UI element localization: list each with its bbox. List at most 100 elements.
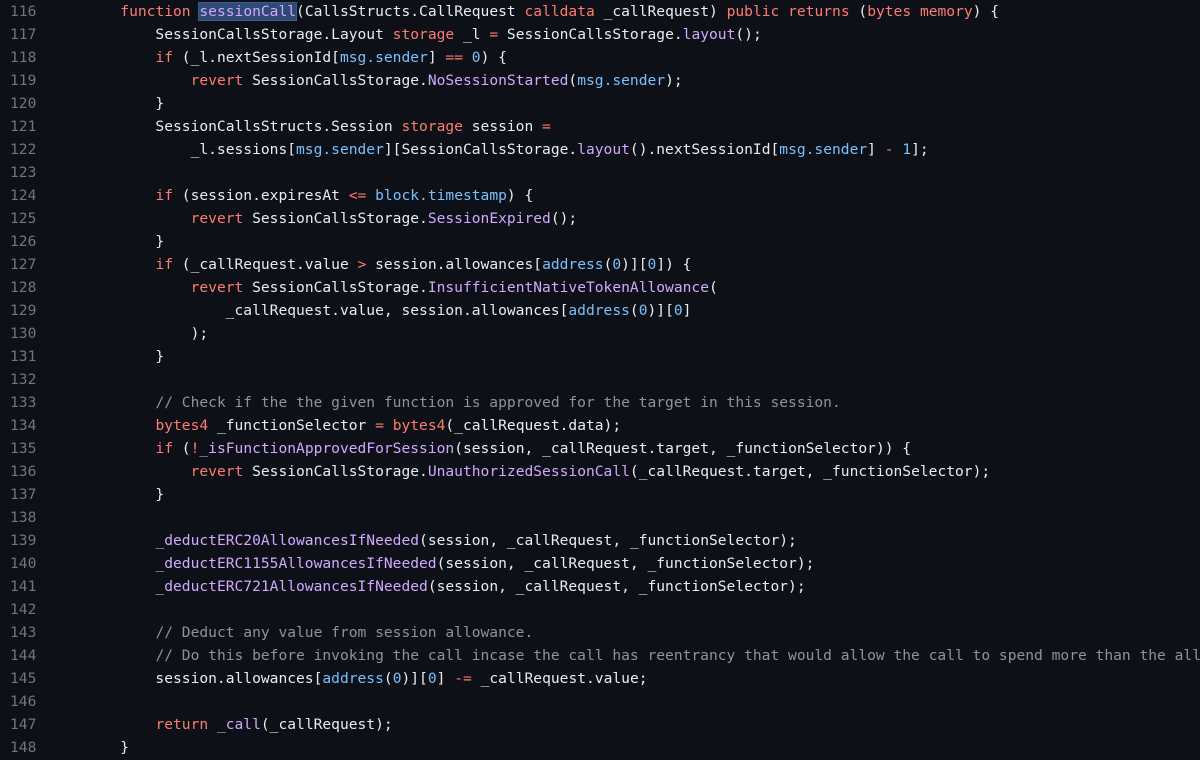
code-text[interactable]: SessionCallsStorage.Layout storage _l = … <box>50 23 1200 46</box>
code-text[interactable]: revert SessionCallsStorage.NoSessionStar… <box>50 69 1200 92</box>
code-line[interactable]: 120 } <box>0 92 1200 115</box>
code-line[interactable]: 145 session.allowances[address(0)][0] -=… <box>0 667 1200 690</box>
line-number: 139 <box>10 532 37 549</box>
code-line[interactable]: 130 ); <box>0 322 1200 345</box>
code-editor[interactable]: 116 function sessionCall(CallsStructs.Ca… <box>0 0 1200 760</box>
code-token: _deductERC721AllowancesIfNeeded <box>155 578 428 595</box>
code-token: SessionCallsStructs.Session <box>50 118 402 135</box>
code-token: )][ <box>647 302 674 319</box>
code-line[interactable]: 131 } <box>0 345 1200 368</box>
code-token: (_callRequest.target, _functionSelector)… <box>629 463 991 480</box>
code-token: ]; <box>911 141 929 158</box>
code-line[interactable]: 143 // Deduct any value from session all… <box>0 621 1200 644</box>
code-line[interactable]: 144 // Do this before invoking the call … <box>0 644 1200 667</box>
code-text[interactable]: _callRequest.value, session.allowances[a… <box>50 299 1200 322</box>
code-line[interactable]: 146 <box>0 690 1200 713</box>
code-text[interactable]: if (_callRequest.value > session.allowan… <box>50 253 1200 276</box>
code-token: _callRequest.value, session.allowances[ <box>50 302 569 319</box>
code-token: } <box>50 95 165 112</box>
code-line[interactable]: 135 if (!_isFunctionApprovedForSession(s… <box>0 437 1200 460</box>
code-token: session.allowances[ <box>366 256 543 273</box>
code-line[interactable]: 118 if (_l.nextSessionId[msg.sender] == … <box>0 46 1200 69</box>
code-line[interactable]: 148 } <box>0 736 1200 759</box>
line-number: 142 <box>10 601 37 618</box>
line-number: 130 <box>10 325 37 342</box>
code-token: )][ <box>401 670 428 687</box>
code-token: ); <box>50 325 209 342</box>
code-token: storage <box>401 118 463 135</box>
line-number: 118 <box>10 49 37 66</box>
code-line[interactable]: 126 } <box>0 230 1200 253</box>
line-number: 132 <box>10 371 37 388</box>
code-token: _deductERC20AllowancesIfNeeded <box>155 532 420 549</box>
code-line[interactable]: 128 revert SessionCallsStorage.Insuffici… <box>0 276 1200 299</box>
code-text[interactable]: _l.sessions[msg.sender][SessionCallsStor… <box>50 138 1200 161</box>
line-number: 120 <box>10 95 37 112</box>
code-line[interactable]: 138 <box>0 506 1200 529</box>
code-line[interactable]: 121 SessionCallsStructs.Session storage … <box>0 115 1200 138</box>
code-token: 0 <box>647 256 657 273</box>
code-token: _deductERC1155AllowancesIfNeeded <box>155 555 437 572</box>
code-line[interactable]: 136 revert SessionCallsStorage.Unauthori… <box>0 460 1200 483</box>
code-text[interactable]: } <box>50 345 1200 368</box>
code-line[interactable]: 137 } <box>0 483 1200 506</box>
code-text[interactable]: _deductERC1155AllowancesIfNeeded(session… <box>50 552 1200 575</box>
code-text[interactable]: if (session.expiresAt <= block.timestamp… <box>50 184 1200 207</box>
code-token: InsufficientNativeTokenAllowance <box>427 279 709 296</box>
code-line[interactable]: 132 <box>0 368 1200 391</box>
code-line[interactable]: 127 if (_callRequest.value > session.all… <box>0 253 1200 276</box>
code-text[interactable]: SessionCallsStructs.Session storage sess… <box>50 115 1200 138</box>
code-line[interactable]: 116 function sessionCall(CallsStructs.Ca… <box>0 0 1200 23</box>
line-number: 133 <box>10 394 37 411</box>
code-line[interactable]: 133 // Check if the the given function i… <box>0 391 1200 414</box>
code-token: (_l.nextSessionId[ <box>173 49 340 66</box>
code-line[interactable]: 119 revert SessionCallsStorage.NoSession… <box>0 69 1200 92</box>
code-text[interactable]: } <box>50 92 1200 115</box>
code-text[interactable]: // Do this before invoking the call inca… <box>50 644 1200 667</box>
code-line[interactable]: 122 _l.sessions[msg.sender][SessionCalls… <box>0 138 1200 161</box>
code-text[interactable]: if (!_isFunctionApprovedForSession(sessi… <box>50 437 1200 460</box>
code-line[interactable]: 142 <box>0 598 1200 621</box>
code-text[interactable]: session.allowances[address(0)][0] -= _ca… <box>50 667 1200 690</box>
line-number: 144 <box>10 647 37 664</box>
code-line[interactable]: 147 return _call(_callRequest); <box>0 713 1200 736</box>
code-token: (CallsStructs.CallRequest <box>296 3 525 20</box>
code-text[interactable]: _deductERC721AllowancesIfNeeded(session,… <box>50 575 1200 598</box>
code-token: if <box>155 187 174 204</box>
code-text[interactable]: return _call(_callRequest); <box>50 713 1200 736</box>
code-token: } <box>50 739 130 756</box>
code-token: layout <box>577 141 630 158</box>
code-text[interactable]: bytes4 _functionSelector = bytes4(_callR… <box>50 414 1200 437</box>
code-line[interactable]: 125 revert SessionCallsStorage.SessionEx… <box>0 207 1200 230</box>
code-text[interactable]: function sessionCall(CallsStructs.CallRe… <box>50 0 1200 23</box>
code-line[interactable]: 134 bytes4 _functionSelector = bytes4(_c… <box>0 414 1200 437</box>
code-text[interactable]: } <box>50 483 1200 506</box>
code-token: storage <box>392 26 455 43</box>
code-line[interactable]: 139 _deductERC20AllowancesIfNeeded(sessi… <box>0 529 1200 552</box>
code-line[interactable]: 141 _deductERC721AllowancesIfNeeded(sess… <box>0 575 1200 598</box>
code-text[interactable]: ); <box>50 322 1200 345</box>
code-text[interactable]: } <box>50 736 1200 759</box>
code-line[interactable]: 123 <box>0 161 1200 184</box>
code-token: <= <box>348 187 367 204</box>
code-text[interactable]: revert SessionCallsStorage.InsufficientN… <box>50 276 1200 299</box>
code-text[interactable]: } <box>50 230 1200 253</box>
code-token: = <box>375 417 384 434</box>
code-text[interactable]: // Deduct any value from session allowan… <box>50 621 1200 644</box>
code-text[interactable]: revert SessionCallsStorage.UnauthorizedS… <box>50 460 1200 483</box>
code-text[interactable]: // Check if the the given function is ap… <box>50 391 1200 414</box>
code-text[interactable]: _deductERC20AllowancesIfNeeded(session, … <box>50 529 1200 552</box>
code-text[interactable]: if (_l.nextSessionId[msg.sender] == 0) { <box>50 46 1200 69</box>
code-line[interactable]: 129 _callRequest.value, session.allowanc… <box>0 299 1200 322</box>
code-line[interactable]: 140 _deductERC1155AllowancesIfNeeded(ses… <box>0 552 1200 575</box>
code-line[interactable]: 117 SessionCallsStorage.Layout storage _… <box>0 23 1200 46</box>
code-line[interactable]: 124 if (session.expiresAt <= block.times… <box>0 184 1200 207</box>
line-number: 128 <box>10 279 37 296</box>
code-text[interactable]: revert SessionCallsStorage.SessionExpire… <box>50 207 1200 230</box>
